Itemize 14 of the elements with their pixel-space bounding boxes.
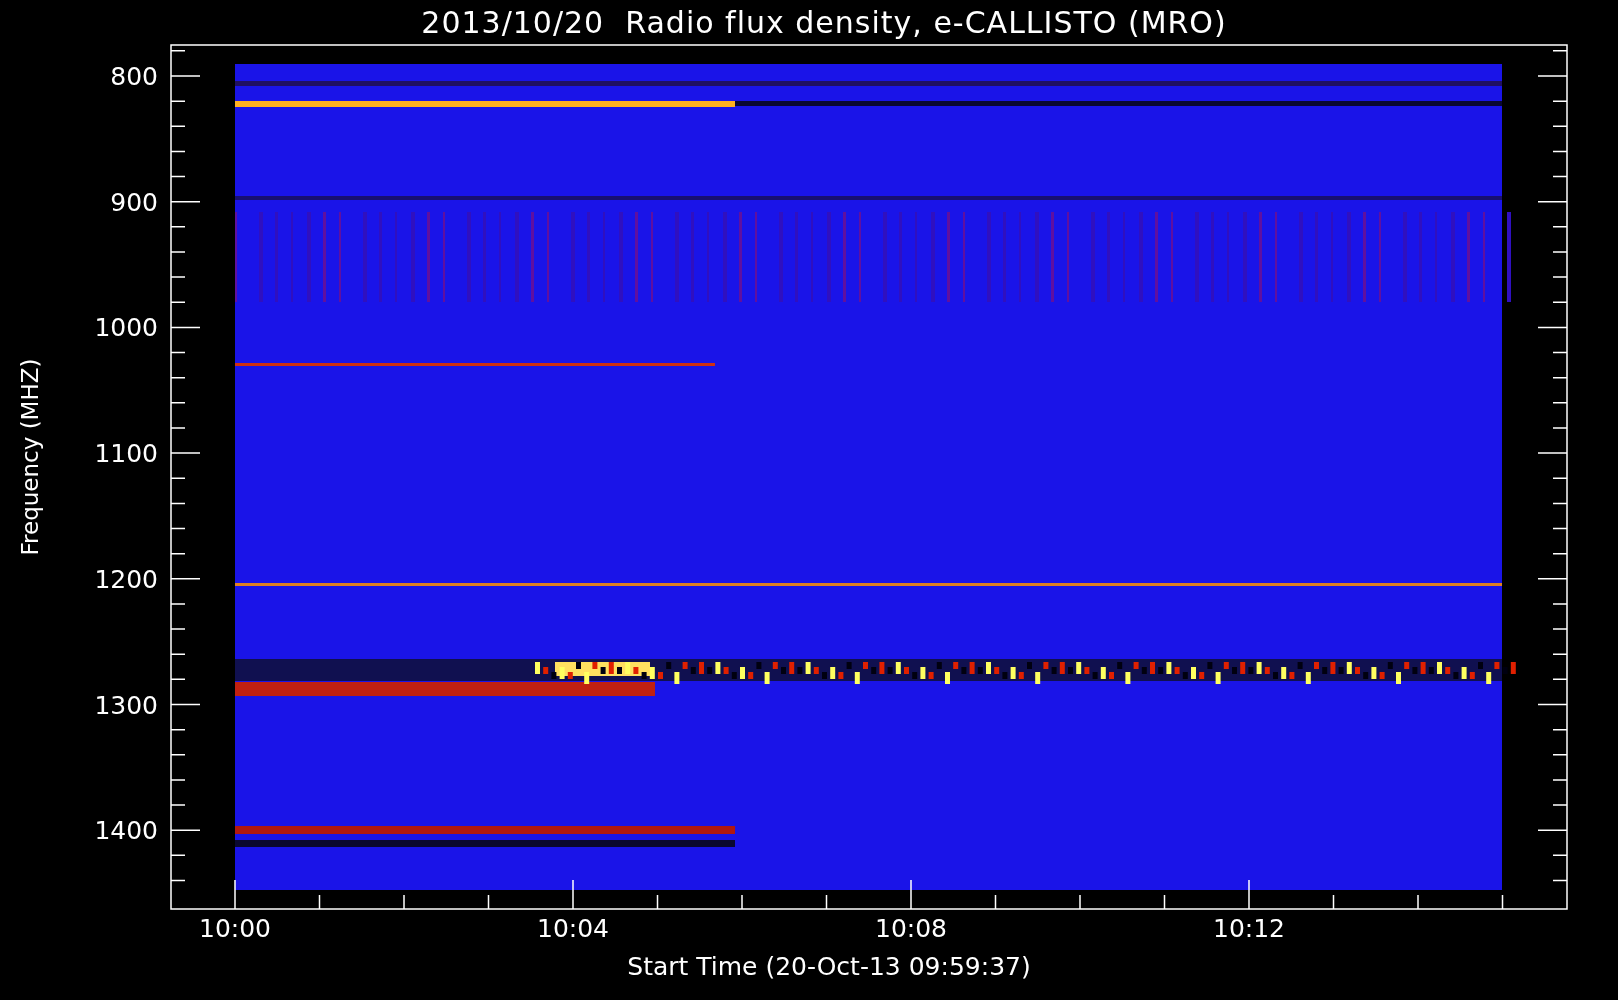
y-tick-label: 900 (110, 189, 158, 215)
x-tick-label: 10:08 (875, 916, 947, 941)
y-tick-label: 1300 (94, 692, 158, 717)
x-axis-label: Start Time (20-Oct-13 09:59:37) (627, 954, 1031, 983)
y-tick-label: 1000 (94, 314, 158, 340)
x-tick-label: 10:00 (199, 916, 271, 941)
y-tick-label: 1100 (94, 440, 158, 466)
x-tick-label: 10:04 (537, 916, 609, 941)
chart-title: 2013/10/20 Radio flux density, e-CALLISTO (MRO) (421, 8, 1227, 42)
y-tick-label: 1400 (94, 817, 158, 843)
y-tick-label: 800 (110, 63, 158, 89)
y-tick-label: 1200 (94, 566, 158, 592)
x-tick-label: 10:12 (1213, 916, 1285, 941)
y-axis-label: Frequency (MHZ) (17, 358, 43, 556)
